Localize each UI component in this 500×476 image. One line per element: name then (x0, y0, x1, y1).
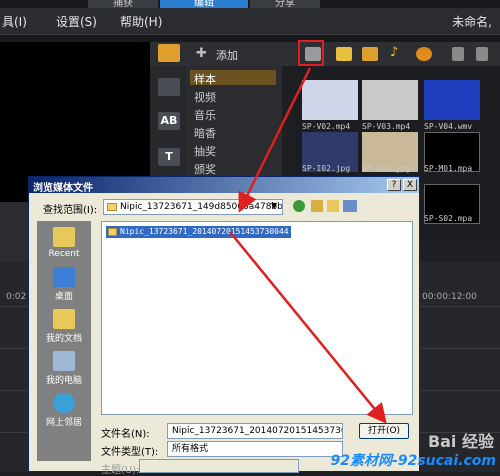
menu-settings[interactable]: 设置(S) (56, 13, 97, 30)
file-item-selected[interactable]: Nipic_13723671_20140720151453730044 (106, 226, 291, 238)
thumbnail-label: SP-I02.jpg (302, 164, 351, 173)
place-network[interactable]: 网上邻居 (37, 393, 91, 428)
list-view-icon[interactable] (452, 47, 464, 61)
category-item[interactable]: 音乐 (194, 107, 216, 123)
title-t-icon[interactable]: T (158, 148, 180, 166)
close-button[interactable]: X (403, 179, 417, 191)
thumbnail-label: SP-V03.mp4 (362, 122, 411, 131)
place-label: 桌面 (54, 292, 73, 302)
folder-highlight (298, 40, 324, 66)
network-icon (53, 393, 75, 413)
category-item[interactable]: 样本 (194, 71, 216, 87)
documents-icon (53, 309, 75, 329)
file-item-label: Nipic_13723671_20140720151453730044 (120, 227, 289, 236)
dialog-title: 浏览媒体文件 (33, 183, 93, 194)
tab-edit[interactable]: 编辑 (160, 0, 248, 8)
library-toolbar: ✚ 添加 ♪ (150, 42, 500, 66)
help-button[interactable]: ? (387, 179, 401, 191)
place-label: 我的文档 (45, 334, 82, 344)
transition-icon[interactable] (158, 78, 180, 96)
subject-label: 主题(U): (101, 465, 140, 476)
thumbnail[interactable] (362, 80, 418, 120)
category-item[interactable]: 暗香 (194, 125, 216, 141)
tab-share[interactable]: 分享 (250, 0, 320, 8)
video-filter-icon[interactable] (336, 47, 352, 61)
look-in-value: Nipic_13723671_149d85066a478bb (120, 202, 283, 212)
dialog-titlebar: 浏览媒体文件 ? X (29, 177, 419, 194)
add-icon[interactable]: ✚ (196, 46, 207, 61)
open-button[interactable]: 打开(O) (359, 423, 409, 439)
thumbnail-label: SP-S02.mpa (424, 214, 473, 223)
browse-media-dialog: 浏览媒体文件 ? X 查找范围(I): Nipic_13723671_149d8… (28, 176, 420, 476)
desktop-icon (53, 267, 75, 287)
thumbnail-label: SP-V02.mp4 (302, 122, 351, 131)
back-icon[interactable] (293, 200, 305, 212)
photo-filter-icon[interactable] (362, 47, 378, 61)
thumbnail[interactable] (302, 80, 358, 120)
thumbnail-label: SP-I03.jpg (362, 164, 411, 173)
category-item[interactable]: 视频 (194, 89, 216, 105)
watermark-baidu: Bai 经验 (427, 432, 494, 451)
menu-bar: 具(I) 设置(S) 帮助(H) 未命名, (0, 8, 500, 35)
thumbnail-label: SP-M01.mpa (424, 164, 473, 173)
thumbnail-label: SP-V04.wmv (424, 122, 473, 131)
category-item[interactable]: 抽奖 (194, 143, 216, 159)
category-item[interactable]: 颁奖 (194, 161, 216, 177)
project-title: 未命名, (452, 15, 492, 29)
new-folder-icon[interactable] (327, 200, 339, 212)
view-menu-icon[interactable] (343, 200, 357, 212)
filetype-label: 文件类型(T): (101, 447, 159, 458)
folder-icon (107, 203, 117, 211)
grid-view-icon[interactable] (476, 47, 488, 61)
subject-input[interactable] (139, 459, 299, 473)
add-label[interactable]: 添加 (216, 47, 238, 63)
filename-input[interactable]: Nipic_13723671_20140720151453730044 (167, 423, 343, 439)
up-folder-icon[interactable] (311, 200, 323, 212)
place-label: 我的电脑 (45, 376, 82, 386)
place-recent[interactable]: Recent (37, 227, 91, 259)
place-my-computer[interactable]: 我的电脑 (37, 351, 91, 386)
place-label: Recent (48, 249, 80, 259)
file-list: Nipic_13723671_20140720151453730044 (101, 221, 413, 415)
recent-icon (53, 227, 75, 247)
folder-icon (108, 228, 117, 236)
look-in-select[interactable]: Nipic_13723671_149d85066a478bb (103, 199, 283, 215)
gallery-icon[interactable] (416, 47, 432, 61)
media-icon[interactable] (158, 44, 180, 62)
place-label: 网上邻居 (45, 418, 82, 428)
tab-capture[interactable]: 捕获 (88, 0, 158, 8)
thumbnail[interactable] (424, 80, 480, 120)
timeline-tick: 0:02 (6, 292, 27, 302)
place-desktop[interactable]: 桌面 (37, 267, 91, 302)
filetype-select[interactable]: 所有格式 (167, 441, 343, 457)
timeline-tick: 00:00:12:00 (422, 292, 477, 302)
music-filter-icon[interactable]: ♪ (390, 45, 398, 60)
places-bar: Recent 桌面 我的文档 我的电脑 网上邻居 (37, 221, 91, 461)
text-ab-icon[interactable]: AB (158, 112, 180, 130)
watermark-site: 92素材网-92sucai.com (330, 453, 496, 469)
place-my-documents[interactable]: 我的文档 (37, 309, 91, 344)
look-in-label: 查找范围(I): (43, 205, 98, 216)
computer-icon (53, 351, 75, 371)
menu-help[interactable]: 帮助(H) (120, 13, 162, 30)
chevron-down-icon[interactable]: ▼ (271, 201, 277, 210)
filename-label: 文件名(N): (101, 429, 150, 440)
menu-tools[interactable]: 具(I) (2, 13, 27, 30)
